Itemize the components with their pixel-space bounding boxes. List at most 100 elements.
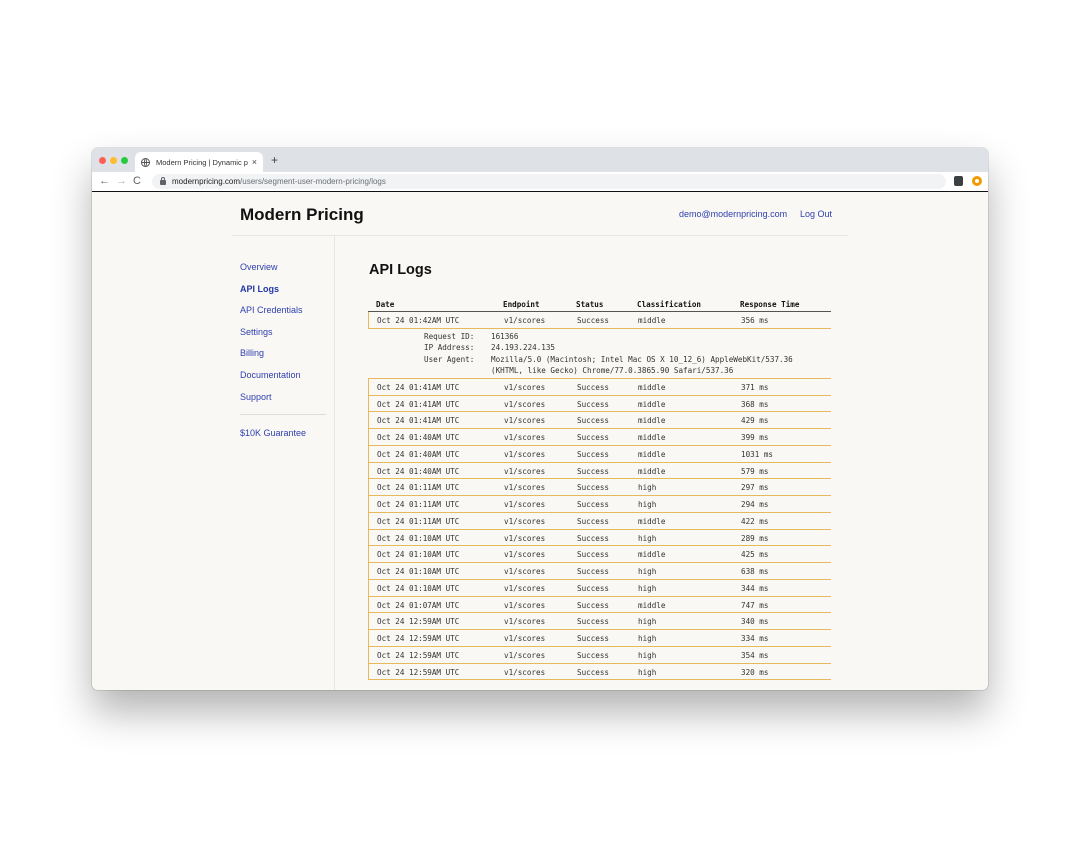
sidebar-item-support[interactable]: Support — [240, 392, 330, 414]
table-row[interactable]: Oct 24 01:10AM UTC v1/scores Success high 34… — [368, 579, 831, 597]
cell-classification: high — [638, 533, 657, 543]
table-row[interactable]: Oct 24 12:59AM UTC v1/scores Success high 32… — [368, 663, 831, 681]
cell-response-time: 399 ms — [741, 433, 769, 442]
sidebar-item-guarantee[interactable]: $10K Guarantee — [240, 428, 330, 450]
table-row[interactable]: Oct 24 01:07AM UTC v1/scores Success middle… — [368, 596, 831, 614]
cell-classification: middle — [638, 466, 666, 476]
logout-link[interactable]: Log Out — [800, 209, 832, 219]
cell-date: Oct 24 01:42AM UTC — [377, 316, 460, 325]
cell-response-time: 334 ms — [741, 634, 769, 643]
table-row[interactable]: Oct 24 12:59AM UTC v1/scores Success high 33… — [368, 630, 831, 647]
cell-status: Success — [577, 550, 610, 560]
cell-date: Oct 24 01:10AM UTC — [377, 567, 460, 576]
table-row[interactable]: Oct 24 01:40AM UTC v1/scores Success middle… — [368, 429, 831, 446]
column-header-endpoint: Endpoint — [503, 300, 540, 309]
table-row[interactable]: Oct 24 12:59AM UTC v1/scores Success high 34… — [368, 613, 831, 630]
cell-classification: middle — [638, 316, 666, 325]
table-row[interactable]: Oct 24 01:41AM UTC v1/scores Success middle… — [368, 378, 831, 396]
cell-classification: middle — [638, 550, 666, 560]
cell-response-time: 579 ms — [741, 466, 769, 476]
cell-date: Oct 24 01:11AM UTC — [377, 483, 460, 493]
sidebar-item-billing[interactable]: Billing — [240, 348, 330, 370]
cell-date: Oct 24 12:59AM UTC — [377, 667, 460, 677]
table-row[interactable]: Oct 24 01:11AM UTC v1/scores Success middle… — [368, 512, 831, 530]
column-header-response-time: Response Time — [740, 300, 800, 309]
cell-endpoint: v1/scores — [504, 600, 546, 610]
table-row[interactable]: Oct 24 01:41AM UTC v1/scores Success middle… — [368, 395, 831, 413]
cell-response-time: 340 ms — [741, 617, 769, 627]
cell-endpoint: v1/scores — [504, 399, 546, 409]
cell-endpoint: v1/scores — [504, 667, 546, 677]
cell-status: Success — [577, 667, 610, 677]
cell-status: Success — [577, 583, 610, 593]
cell-date: Oct 24 01:11AM UTC — [377, 516, 460, 526]
maximize-window-button[interactable] — [121, 157, 128, 164]
cell-endpoint: v1/scores — [504, 500, 546, 509]
cell-classification: middle — [638, 449, 666, 459]
account-email-link[interactable]: demo@modernpricing.com — [679, 209, 787, 219]
cell-status: Success — [577, 483, 610, 493]
user-agent-value: Mozilla/5.0 (Macintosh; Intel Mac OS X 1… — [491, 354, 793, 364]
cell-classification: middle — [638, 433, 666, 442]
cell-date: Oct 24 01:10AM UTC — [377, 533, 460, 543]
cell-status: Success — [577, 634, 610, 643]
sidebar-item-api-credentials[interactable]: API Credentials — [240, 305, 330, 327]
cell-status: Success — [577, 617, 610, 627]
forward-arrow-icon[interactable]: → — [116, 175, 127, 187]
profile-icon[interactable] — [972, 176, 982, 186]
cell-status: Success — [577, 449, 610, 459]
back-arrow-icon[interactable]: ← — [99, 175, 110, 187]
cell-status: Success — [577, 650, 610, 660]
tab-close-icon[interactable]: × — [252, 157, 257, 167]
header-divider — [232, 235, 848, 236]
url-text: modernpricing.com/users/segment-user-mod… — [172, 177, 386, 186]
cell-response-time: 429 ms — [741, 416, 769, 426]
cell-endpoint: v1/scores — [504, 533, 546, 543]
table-row[interactable]: Oct 24 01:42AM UTC v1/scores Success middle… — [368, 312, 831, 329]
url-host: modernpricing.com — [172, 177, 241, 186]
minimize-window-button[interactable] — [110, 157, 117, 164]
cell-status: Success — [577, 600, 610, 610]
table-row[interactable]: Oct 24 01:10AM UTC v1/scores Success high 63… — [368, 563, 831, 580]
cell-endpoint: v1/scores — [504, 550, 546, 560]
tab-bar: Modern Pricing | Dynamic prici × + — [92, 148, 988, 172]
cell-classification: middle — [638, 516, 666, 526]
table-row[interactable]: Oct 24 12:59AM UTC v1/scores Success high 35… — [368, 646, 831, 664]
column-header-status: Status — [576, 300, 604, 309]
cell-response-time: 344 ms — [741, 583, 769, 593]
cell-response-time: 356 ms — [741, 316, 769, 325]
cell-date: Oct 24 12:59AM UTC — [377, 650, 460, 660]
cell-date: Oct 24 01:10AM UTC — [377, 583, 460, 593]
sidebar-item-overview[interactable]: Overview — [240, 262, 330, 284]
extension-icon[interactable] — [954, 176, 963, 186]
brand-logo-text[interactable]: Modern Pricing — [240, 205, 364, 225]
new-tab-button[interactable]: + — [271, 153, 278, 167]
cell-date: Oct 24 12:59AM UTC — [377, 617, 460, 627]
cell-date: Oct 24 01:11AM UTC — [377, 500, 460, 509]
table-row[interactable]: Oct 24 01:11AM UTC v1/scores Success high 29… — [368, 479, 831, 496]
table-row[interactable]: Oct 24 01:40AM UTC v1/scores Success middle… — [368, 445, 831, 463]
table-row[interactable]: Oct 24 01:40AM UTC v1/scores Success middle… — [368, 462, 831, 480]
sidebar-item-api-logs[interactable]: API Logs — [240, 284, 330, 306]
cell-date: Oct 24 01:40AM UTC — [377, 449, 460, 459]
table-row[interactable]: Oct 24 01:41AM UTC v1/scores Success middle… — [368, 412, 831, 429]
address-bar[interactable]: modernpricing.com/users/segment-user-mod… — [152, 174, 946, 189]
table-row[interactable]: Oct 24 01:11AM UTC v1/scores Success high 29… — [368, 496, 831, 513]
cell-endpoint: v1/scores — [504, 316, 546, 325]
sidebar-item-documentation[interactable]: Documentation — [240, 370, 330, 392]
sidebar-item-settings[interactable]: Settings — [240, 327, 330, 349]
cell-endpoint: v1/scores — [504, 583, 546, 593]
table-row[interactable]: Oct 24 01:10AM UTC v1/scores Success middle… — [368, 546, 831, 563]
cell-response-time: 425 ms — [741, 550, 769, 560]
page-title: API Logs — [369, 262, 432, 278]
browser-tab[interactable]: Modern Pricing | Dynamic prici × — [135, 152, 263, 172]
reload-icon[interactable]: C — [133, 175, 141, 187]
cell-response-time: 354 ms — [741, 650, 769, 660]
close-window-button[interactable] — [99, 157, 106, 164]
cell-status: Success — [577, 516, 610, 526]
table-row[interactable]: Oct 24 01:10AM UTC v1/scores Success high 28… — [368, 529, 831, 547]
cell-endpoint: v1/scores — [504, 466, 546, 476]
page-content: Modern Pricing demo@modernpricing.com Lo… — [92, 192, 988, 690]
cell-response-time: 747 ms — [741, 600, 769, 610]
cell-status: Success — [577, 399, 610, 409]
